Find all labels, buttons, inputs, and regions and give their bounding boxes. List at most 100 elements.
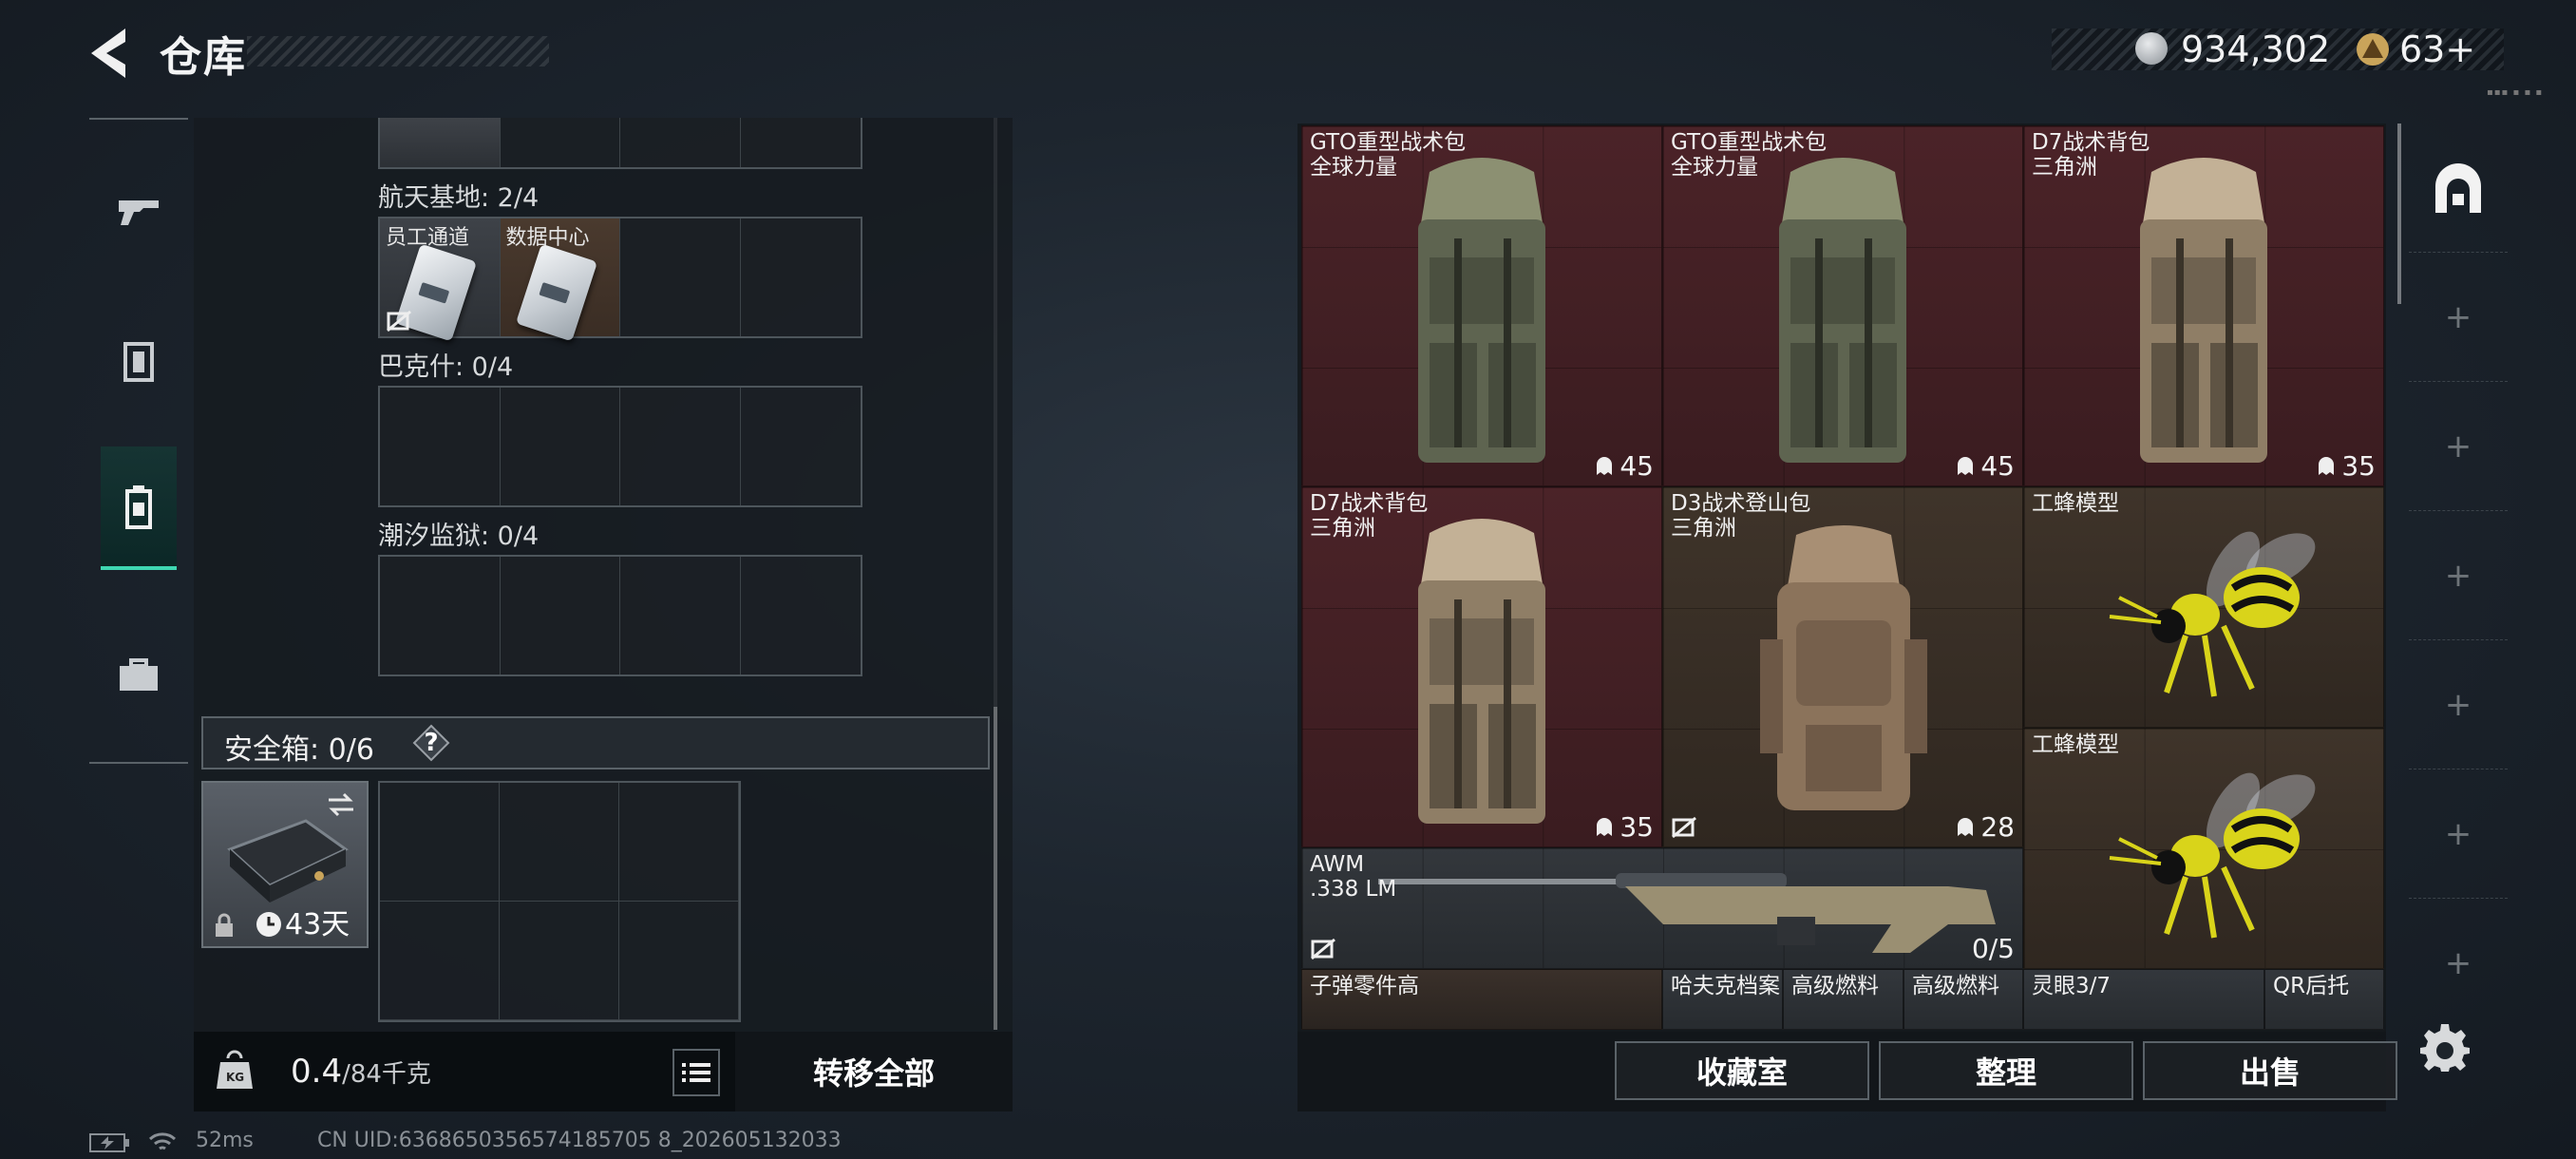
empty-slot[interactable] <box>501 388 620 505</box>
swap-icon[interactable] <box>325 790 357 819</box>
item-name: 高级燃料 <box>1791 974 1879 998</box>
gold-currency-value[interactable]: 63+ <box>2399 28 2475 70</box>
gun-icon <box>119 200 159 225</box>
svg-text:KG: KG <box>226 1071 244 1084</box>
safe-case-image <box>227 819 349 902</box>
empty-slot[interactable] <box>380 783 500 902</box>
plus-icon: + <box>2444 427 2472 466</box>
empty-slot[interactable] <box>619 902 739 1020</box>
add-stash-page-button[interactable]: + <box>2409 640 2508 770</box>
uid-text: CN UID:6368650356574185705 8_20260513203… <box>317 1129 842 1152</box>
item-durability: 35 <box>1595 811 1654 843</box>
plus-icon: + <box>2444 944 2472 982</box>
add-stash-page-button[interactable]: + <box>2409 899 2508 1028</box>
back-button[interactable] <box>84 23 141 84</box>
item-name: 哈夫克档案 <box>1671 974 1780 998</box>
section-label-tide-prison: 潮汐监狱: 0/4 <box>378 522 540 551</box>
item-ammo-count: 0/5 <box>1971 933 2015 964</box>
plus-icon: + <box>2444 556 2472 595</box>
inventory-scrollbar-thumb[interactable] <box>994 707 997 1030</box>
list-icon <box>682 1063 710 1082</box>
add-stash-page-button[interactable]: + <box>2409 382 2508 511</box>
empty-slot[interactable] <box>380 388 501 505</box>
stash-item-partial[interactable]: 哈夫克档案 <box>1662 969 1783 1030</box>
empty-slot[interactable] <box>500 783 619 902</box>
tab-cases[interactable] <box>101 614 177 737</box>
item-name: QR后托 <box>2273 974 2350 998</box>
add-stash-page-button[interactable]: + <box>2409 511 2508 640</box>
item-name: 灵眼3/7 <box>2032 974 2112 998</box>
section-label-bakhsh: 巴克什: 0/4 <box>378 352 514 382</box>
help-text: ? <box>424 729 439 757</box>
no-insurance-icon <box>387 310 411 332</box>
gear-icon <box>2420 1024 2470 1072</box>
sell-button[interactable]: 出售 <box>2143 1041 2397 1100</box>
list-view-button[interactable] <box>672 1049 720 1096</box>
back-arrow-icon <box>91 28 125 78</box>
vault-icon <box>2435 162 2481 213</box>
stash-item-backpack[interactable]: D7战术背包 三角洲 35 <box>2023 125 2384 486</box>
empty-slot[interactable] <box>380 557 501 674</box>
d7-backpack-image <box>1418 519 1545 824</box>
safe-box-label: 安全箱: 0/6 <box>224 733 374 767</box>
stash-item-awm-rifle[interactable]: AWM .338 LM 0/5 <box>1301 847 2023 969</box>
title-decoration <box>247 36 549 66</box>
stash-item-partial[interactable]: 灵眼3/7 <box>2023 969 2264 1030</box>
safe-box-help-button[interactable]: ? <box>412 724 450 762</box>
stash-item-wasp-model[interactable]: 工蜂模型 <box>2023 486 2384 728</box>
tab-armor[interactable] <box>101 300 177 424</box>
item-name: GTO重型战术包 全球力量 <box>1310 130 1467 180</box>
empty-slot[interactable] <box>620 218 741 336</box>
stash-item-partial[interactable]: 子弹零件高 <box>1301 969 1662 1030</box>
empty-slot[interactable] <box>380 902 500 1020</box>
stash-scrollbar[interactable] <box>2397 124 2401 304</box>
item-name: AWM .338 LM <box>1310 852 1397 902</box>
empty-slot[interactable] <box>620 557 741 674</box>
ghost-icon <box>2319 456 2335 475</box>
stash-item-backpack[interactable]: GTO重型战术包 全球力量 45 <box>1301 125 1662 486</box>
clock-icon <box>256 912 281 937</box>
inventory-scrollbar[interactable] <box>994 118 997 707</box>
item-name: D3战术登山包 三角洲 <box>1671 491 1811 541</box>
wasp-model-image <box>2109 531 2316 697</box>
add-stash-page-button[interactable]: + <box>2409 770 2508 899</box>
transfer-all-button[interactable]: 转移全部 <box>735 1032 1013 1112</box>
stash-page-rail: + + + + + + <box>2409 124 2508 1016</box>
collection-room-button[interactable]: 收藏室 <box>1615 1041 1869 1100</box>
empty-slot[interactable] <box>741 557 862 674</box>
tab-weapons[interactable] <box>101 148 177 272</box>
stash-item-backpack[interactable]: GTO重型战术包 全球力量 45 <box>1662 125 2023 486</box>
keycard-slot[interactable] <box>380 118 501 167</box>
battery-charging-icon <box>89 1133 129 1152</box>
ping-value: 52ms <box>196 1129 254 1152</box>
sort-button[interactable]: 整理 <box>1879 1041 2133 1100</box>
backpack-icon <box>125 485 152 529</box>
stash-item-backpack[interactable]: D7战术背包 三角洲 35 <box>1301 486 1662 847</box>
gto-backpack-image <box>1418 158 1545 463</box>
keycard-slot[interactable]: 员工通道 <box>380 218 501 342</box>
settings-button[interactable] <box>2420 1022 2470 1072</box>
stash-page-main[interactable] <box>2409 124 2508 253</box>
stash-grid[interactable]: GTO重型战术包 全球力量 45 GTO重型战术包 全球力量 45 D7战术背包… <box>1301 125 2384 1030</box>
empty-slot[interactable] <box>500 902 619 1020</box>
item-durability: 45 <box>1595 450 1654 482</box>
stash-item-partial[interactable]: 高级燃料 <box>1783 969 1904 1030</box>
empty-slot[interactable] <box>741 388 862 505</box>
category-tab-rail <box>89 118 188 764</box>
stash-item-backpack[interactable]: D3战术登山包 三角洲 28 <box>1662 486 2023 847</box>
add-stash-page-button[interactable]: + <box>2409 253 2508 382</box>
empty-slot[interactable] <box>620 388 741 505</box>
empty-slot[interactable] <box>741 218 862 336</box>
carry-weight-value: 0.4 <box>291 1053 343 1091</box>
stash-item-wasp-model[interactable]: 工蜂模型 <box>2023 728 2384 969</box>
stash-item-partial[interactable]: 高级燃料 <box>1904 969 2023 1030</box>
empty-slot[interactable] <box>619 783 739 902</box>
card-grid-bakhsh <box>378 386 862 507</box>
stash-item-partial[interactable]: QR后托 <box>2264 969 2384 1030</box>
empty-slot[interactable] <box>501 557 620 674</box>
item-durability: 35 <box>2317 450 2376 482</box>
tab-backpacks[interactable] <box>101 446 177 570</box>
safe-box-item[interactable]: 43天 <box>201 781 369 948</box>
inventory-footer: KG 0.4/84千克 转移全部 <box>194 1032 1013 1112</box>
keycard-slot[interactable]: 数据中心 <box>500 218 620 342</box>
